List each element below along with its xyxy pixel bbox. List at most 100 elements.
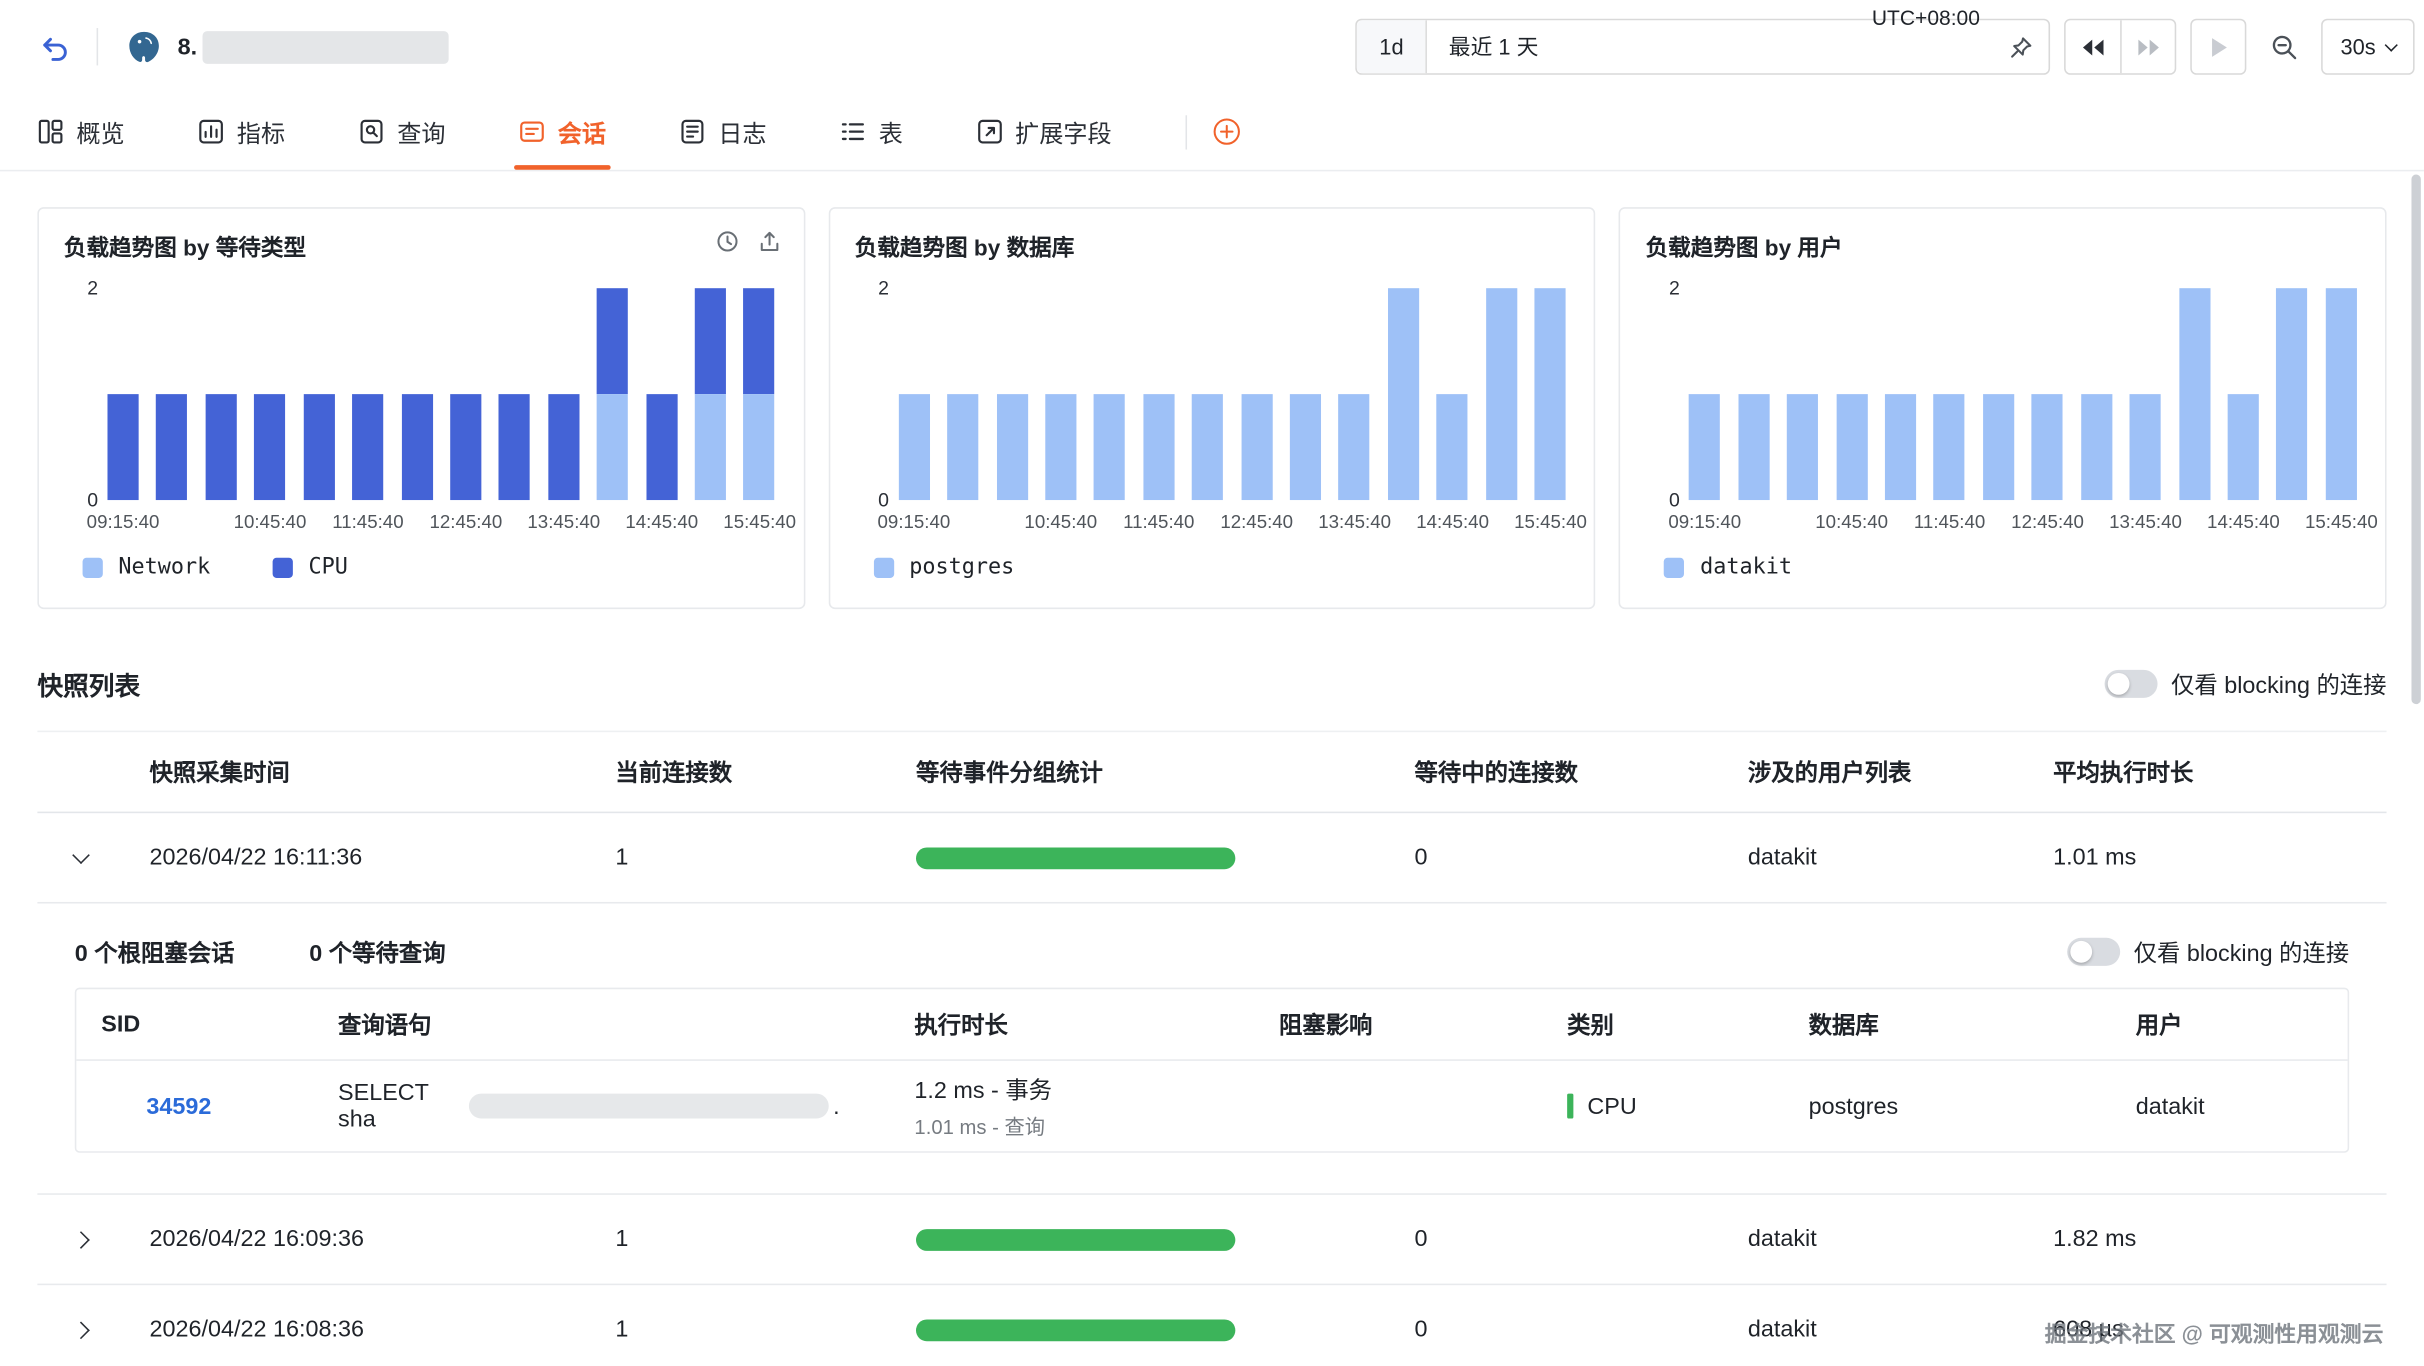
bar [1689,288,1720,500]
bars-container [107,288,775,500]
col-blocking-impact: 阻塞影响 [1198,1008,1494,1041]
legend-swatch [873,557,893,577]
bar [107,288,138,500]
refresh-interval-select[interactable]: 30s [2322,19,2415,75]
legend-item[interactable]: Network [83,555,211,580]
legend-item[interactable]: datakit [1664,555,1792,580]
collapse-row-button[interactable] [37,854,124,862]
x-tick-label: 14:45:40 [1416,511,1489,533]
bar [2326,288,2357,500]
tab-tables[interactable]: 表 [840,93,903,169]
legend-label: postgres [909,555,1014,580]
query-icon [358,118,384,144]
y-axis-min: 0 [67,489,98,511]
bar [1388,288,1419,500]
snapshot-header: 快照列表 仅看 blocking 的连接 [0,609,2424,731]
col-category: 类别 [1494,1008,1728,1041]
col-duration: 执行时长 [840,1008,1198,1041]
snapshot-title: 快照列表 [37,665,140,702]
tab-session[interactable]: 会话 [519,93,606,169]
blocking-toggle-label: 仅看 blocking 的连接 [2171,668,2387,701]
x-tick-label: 12:45:40 [2011,511,2084,533]
bar [352,288,383,500]
bar [1437,288,1468,500]
bars-container [1689,288,2357,500]
bar [1535,288,1566,500]
table-row[interactable]: 2026/04/22 16:11:36 1 0 datakit 1.01 ms [37,813,2386,903]
tab-query[interactable]: 查询 [358,93,445,169]
category-cell: CPU [1494,1093,1728,1119]
x-axis: 09:15:4010:45:4011:45:4012:45:4013:45:40… [1689,511,2357,534]
shift-forward-button[interactable] [2121,20,2176,73]
y-axis-min: 0 [1649,489,1680,511]
bar [2032,288,2063,500]
tab-extended-fields[interactable]: 扩展字段 [976,93,1112,169]
bar [1486,288,1517,500]
connection-count: 1 [592,844,888,870]
charts-row: 负载趋势图 by 等待类型 2 0 09:15:4010:45:4011:45:… [0,171,2424,609]
y-axis-min: 0 [858,489,889,511]
duration-cell: 1.2 ms - 事务 1.01 ms - 查询 [840,1073,1198,1140]
bar [450,288,481,500]
chart-actions [715,229,782,254]
snapshot-detail-panel: 0 个根阻塞会话 0 个等待查询 仅看 blocking 的连接 SID 查询语… [37,904,2386,1195]
export-icon[interactable] [757,229,782,254]
zoom-out-icon[interactable] [2261,19,2308,75]
col-wait-event-stats: 等待事件分组统计 [888,756,1355,789]
y-axis-max: 2 [67,277,98,299]
col-query: 查询语句 [310,1008,840,1041]
tab-metrics[interactable]: 指标 [198,93,285,169]
x-tick-label: 09:15:40 [87,511,160,533]
scrollbar[interactable] [2411,174,2420,704]
table-row[interactable]: 2026/04/22 16:09:36 1 0 datakit 1.82 ms [37,1195,2386,1285]
legend: Network CPU [83,555,779,580]
legend-item[interactable]: CPU [273,555,348,580]
bar [1738,288,1769,500]
detail-blocking-toggle[interactable] [2067,938,2120,966]
user-list: datakit [1692,1316,2004,1342]
y-axis-max: 2 [858,277,889,299]
time-range-preset[interactable]: 1d [1358,20,1427,73]
back-icon[interactable] [37,30,70,63]
x-tick-label: 15:45:40 [723,511,796,533]
add-view-button[interactable] [1211,117,1241,147]
category-color-bar [1567,1094,1573,1119]
bar [2130,288,2161,500]
pin-icon[interactable] [2009,33,2035,59]
col-current-connections: 当前连接数 [592,756,888,789]
bar [1045,288,1076,500]
sid-link[interactable]: 34592 [76,1093,310,1119]
avg-duration: 1.82 ms [2003,1226,2386,1252]
blocking-toggle[interactable] [2104,670,2157,698]
history-icon[interactable] [715,229,740,254]
bar [1241,288,1272,500]
expand-row-button[interactable] [37,1233,124,1245]
x-tick-label: 10:45:40 [234,511,307,533]
tab-overview[interactable]: 概览 [37,93,124,169]
x-axis: 09:15:4010:45:4011:45:4012:45:4013:45:40… [898,511,1566,534]
bar [2228,288,2259,500]
x-tick-label: 13:45:40 [2109,511,2182,533]
bar [898,288,929,500]
time-range-value[interactable]: 最近 1 天 [1427,31,2009,62]
bar [156,288,187,500]
bar [2179,288,2210,500]
table-row[interactable]: 2026/04/22 16:08:36 1 0 datakit 608 µs [37,1285,2386,1366]
legend-label: datakit [1700,555,1792,580]
instance-title: 8. [178,30,448,63]
tab-logs[interactable]: 日志 [679,93,766,169]
shift-back-button[interactable] [2066,20,2121,73]
x-axis: 09:15:4010:45:4011:45:4012:45:4013:45:40… [107,511,775,534]
legend-item[interactable]: postgres [873,555,1014,580]
bar [1983,288,2014,500]
expand-row-button[interactable] [37,1323,124,1335]
snapshot-time: 2026/04/22 16:09:36 [125,1226,592,1252]
play-button[interactable] [2191,19,2247,75]
category-label: CPU [1587,1093,1636,1119]
user-list: datakit [1692,844,2004,870]
bar [548,288,579,500]
bar [1143,288,1174,500]
bar [1885,288,1916,500]
overview-icon [37,118,63,144]
duration-transaction: 1.2 ms - 事务 [914,1073,1198,1106]
